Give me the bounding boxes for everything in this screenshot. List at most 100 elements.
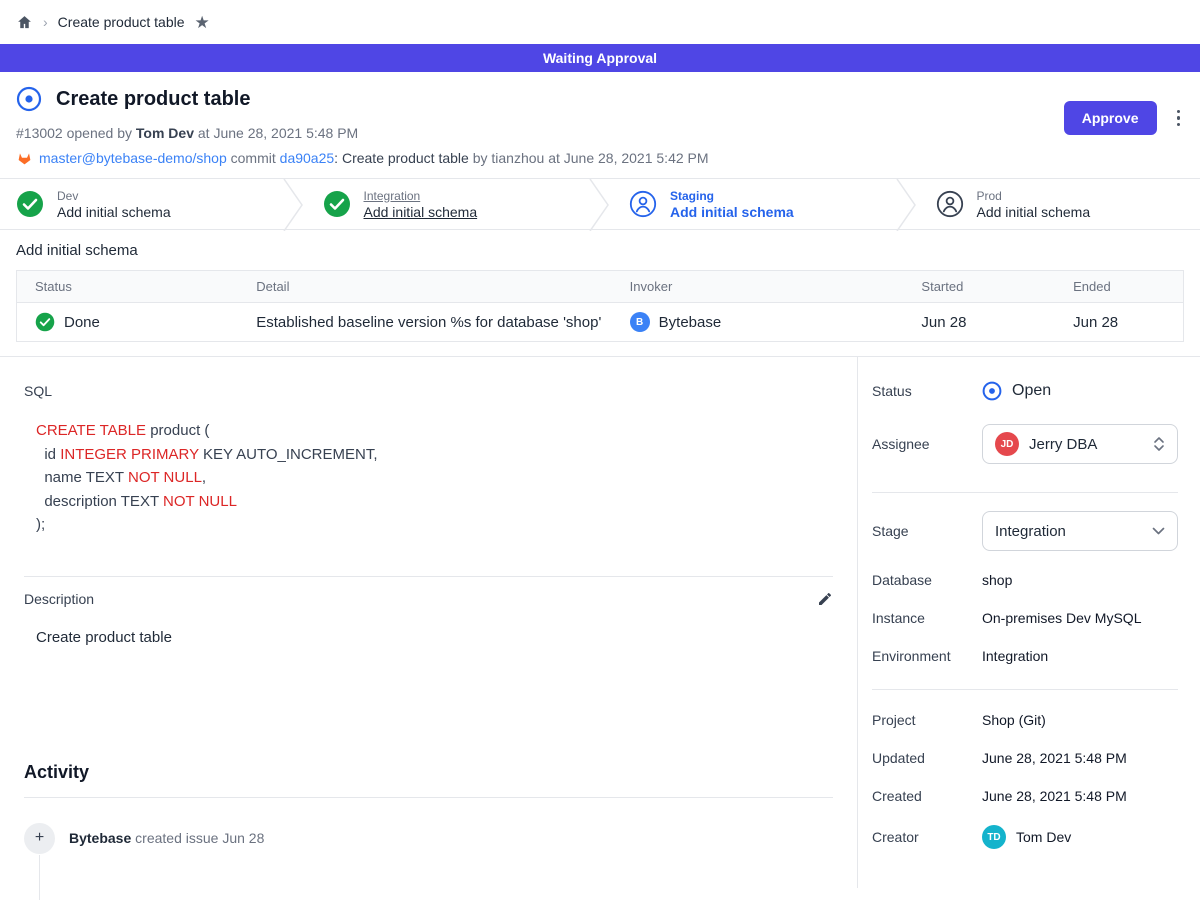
stage-value: Integration: [995, 523, 1142, 540]
column-header-invoker: Invoker: [612, 271, 904, 303]
task-detail: Established baseline version %s for data…: [238, 303, 611, 342]
issue-author[interactable]: Tom Dev: [136, 125, 194, 141]
instance-label: Instance: [872, 610, 982, 626]
pipeline-stage-dev[interactable]: DevAdd initial schema: [0, 179, 281, 229]
issue-opened-text: #13002 opened by: [16, 125, 132, 141]
table-row[interactable]: Done Established baseline version %s for…: [17, 303, 1184, 342]
database-label: Database: [872, 572, 982, 588]
approve-button[interactable]: Approve: [1064, 101, 1157, 135]
activity-actor: Bytebase: [69, 830, 131, 846]
environment-label: Environment: [872, 648, 982, 664]
database-value[interactable]: shop: [982, 572, 1012, 588]
task-started: Jun 28: [903, 303, 1055, 342]
creator-value[interactable]: Tom Dev: [1016, 829, 1071, 845]
creator-avatar: TD: [982, 825, 1006, 849]
stage-separator-chevron: [587, 179, 613, 229]
column-header-detail: Detail: [238, 271, 611, 303]
column-header-status: Status: [17, 271, 239, 303]
issue-open-icon: [16, 86, 42, 112]
timeline-line: [39, 855, 40, 900]
description-content[interactable]: Create product table: [36, 629, 833, 646]
project-label: Project: [872, 712, 982, 728]
pipeline-stage-integration[interactable]: IntegrationAdd initial schema: [307, 179, 588, 229]
activity-timeline: + Bytebase created issue Jun 28: [24, 823, 833, 854]
activity-action: created issue Jun 28: [135, 830, 264, 846]
chevron-down-icon: [1152, 527, 1165, 536]
status-banner-text: Waiting Approval: [543, 50, 657, 66]
breadcrumb: › Create product table ★: [0, 0, 1200, 44]
commit-line: master@bytebase-demo/shop commit da90a25…: [16, 150, 1184, 166]
issue-header: Create product table #13002 opened by To…: [0, 72, 1200, 178]
commit-hash-link[interactable]: da90a25: [280, 150, 335, 166]
edit-pencil-icon[interactable]: [817, 591, 833, 607]
stage-separator-chevron: [281, 179, 307, 229]
task-invoker: Bytebase: [659, 314, 722, 331]
activity-heading: Activity: [24, 762, 833, 783]
stage-env-label: Integration: [364, 189, 478, 203]
created-value: June 28, 2021 5:48 PM: [982, 788, 1127, 804]
stage-task-label: Add initial schema: [977, 204, 1091, 220]
star-icon[interactable]: ★: [195, 14, 210, 31]
task-section: Add initial schema StatusDetailInvokerSt…: [0, 230, 1200, 356]
commit-message: Create product table: [342, 150, 469, 166]
divider: [24, 797, 833, 798]
updated-value: June 28, 2021 5:48 PM: [982, 750, 1127, 766]
updated-label: Updated: [872, 750, 982, 766]
pipeline-stage-staging[interactable]: StagingAdd initial schema: [613, 179, 894, 229]
stage-env-label: Dev: [57, 189, 171, 203]
activity-item: + Bytebase created issue Jun 28: [24, 823, 833, 854]
stage-task-label: Add initial schema: [670, 204, 794, 220]
commit-colon: :: [334, 150, 338, 166]
home-icon[interactable]: [16, 14, 33, 31]
assignee-select[interactable]: JD Jerry DBA: [982, 424, 1178, 464]
breadcrumb-title[interactable]: Create product table: [58, 14, 185, 30]
status-label: Status: [872, 383, 982, 399]
stage-env-label: Prod: [977, 189, 1091, 203]
check-circle-icon: [35, 312, 55, 332]
sql-line: );: [36, 513, 833, 537]
assignee-label: Assignee: [872, 436, 982, 452]
chevron-right-icon: ›: [43, 14, 48, 30]
sql-line: description TEXT NOT NULL: [36, 490, 833, 514]
sql-label: SQL: [24, 383, 833, 399]
pipeline-stage-prod[interactable]: ProdAdd initial schema: [920, 179, 1200, 229]
instance-value[interactable]: On-premises Dev MySQL: [982, 610, 1141, 626]
more-actions-menu[interactable]: [1171, 106, 1187, 131]
stage-select[interactable]: Integration: [982, 511, 1178, 551]
assignee-avatar: JD: [995, 432, 1019, 456]
page-title: Create product table: [56, 88, 250, 111]
branch-link[interactable]: master@bytebase-demo/shop: [39, 150, 227, 166]
stage-separator-chevron: [894, 179, 920, 229]
project-value[interactable]: Shop (Git): [982, 712, 1046, 728]
invoker-avatar: B: [630, 312, 650, 332]
status-banner: Waiting Approval: [0, 44, 1200, 72]
stage-task-label: Add initial schema: [364, 204, 478, 220]
column-header-ended: Ended: [1055, 271, 1183, 303]
stage-pipeline: DevAdd initial schemaIntegrationAdd init…: [0, 178, 1200, 230]
open-status-icon: [982, 381, 1002, 401]
stage-label: Stage: [872, 523, 982, 539]
issue-opened-time: at June 28, 2021 5:48 PM: [198, 125, 358, 141]
issue-sidebar: Status Open Assignee JD Jerry DBA Stage …: [858, 357, 1200, 888]
creator-label: Creator: [872, 829, 982, 845]
task-heading: Add initial schema: [16, 242, 1184, 259]
created-label: Created: [872, 788, 982, 804]
issue-detail-panel: SQL CREATE TABLE product ( id INTEGER PR…: [0, 357, 858, 888]
sql-line: name TEXT NOT NULL,: [36, 466, 833, 490]
assignee-value: Jerry DBA: [1029, 436, 1143, 453]
sql-line: id INTEGER PRIMARY KEY AUTO_INCREMENT,: [36, 443, 833, 467]
environment-value[interactable]: Integration: [982, 648, 1048, 664]
commit-author-time: by tianzhou at June 28, 2021 5:42 PM: [473, 150, 709, 166]
divider: [24, 576, 833, 577]
commit-word: commit: [231, 150, 276, 166]
description-label: Description: [24, 591, 94, 607]
issue-meta: #13002 opened by Tom Dev at June 28, 202…: [16, 125, 1184, 141]
column-header-started: Started: [903, 271, 1055, 303]
task-status: Done: [64, 314, 100, 331]
up-down-chevron-icon: [1153, 436, 1165, 452]
divider: [872, 492, 1178, 493]
sql-code-block[interactable]: CREATE TABLE product ( id INTEGER PRIMAR…: [36, 419, 833, 537]
stage-task-label: Add initial schema: [57, 204, 171, 220]
gitlab-icon: [16, 150, 33, 166]
divider: [872, 689, 1178, 690]
